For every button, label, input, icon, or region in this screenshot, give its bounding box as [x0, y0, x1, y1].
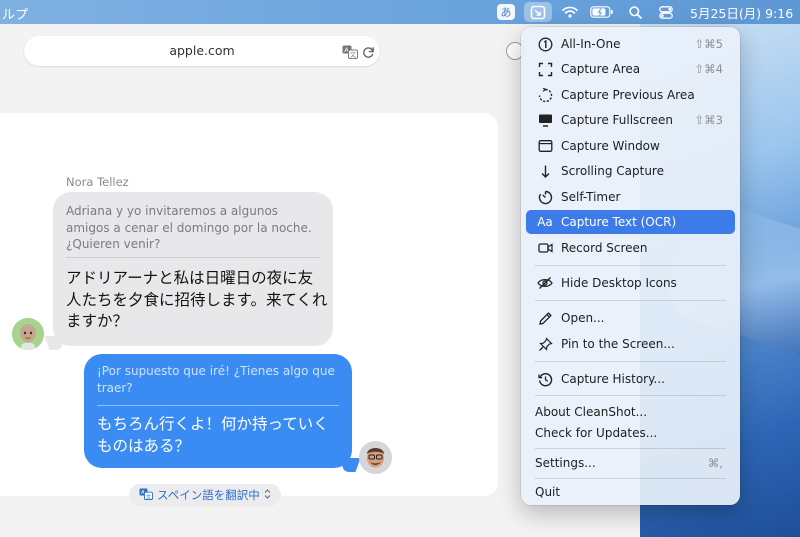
menu-item-all-in-one[interactable]: All-In-One ⇧⌘5 [526, 32, 735, 56]
outgoing-message-bubble[interactable]: ¡Por supuesto que iré! ¿Tienes algo que … [84, 354, 352, 468]
menu-item-label: Open... [561, 311, 605, 325]
incoming-message-bubble[interactable]: Adriana y yo invitaremos a algunos amigo… [53, 192, 333, 346]
cleanshot-menu-icon[interactable] [524, 2, 552, 22]
menu-item-label: Self-Timer [561, 190, 621, 204]
menu-item-capture-text-ocr[interactable]: Aa Capture Text (OCR) [526, 210, 735, 234]
menu-item-capture-fullscreen[interactable]: Capture Fullscreen ⇧⌘3 [526, 108, 735, 132]
battery-icon[interactable] [588, 2, 616, 22]
menu-separator [535, 395, 726, 396]
menu-separator [535, 265, 726, 266]
pencil-icon [537, 310, 553, 326]
svg-text:文: 文 [350, 51, 356, 59]
previous-area-icon [537, 87, 553, 103]
menu-separator [535, 448, 726, 449]
menu-item-label: Capture Fullscreen [561, 113, 673, 127]
menu-separator [535, 300, 726, 301]
incoming-translated-text: アドリアーナと私は日曜日の夜に友人たちを夕食に招待します。来てくれますか？ [66, 269, 328, 330]
menu-item-scrolling-capture[interactable]: Scrolling Capture [526, 159, 735, 183]
menu-item-shortcut: ⇧⌘4 [694, 62, 723, 76]
svg-text:文: 文 [146, 493, 151, 500]
outgoing-translated-text: もちろん行くよ！何か持っていくものはある？ [97, 415, 329, 455]
menu-item-label: All-In-One [561, 37, 621, 51]
wifi-icon[interactable] [560, 2, 580, 22]
translation-status-pill[interactable]: A文 スペイン語を翻訳中 [129, 484, 281, 506]
window-icon [537, 138, 553, 154]
menu-item-capture-history[interactable]: Capture History... [526, 367, 735, 391]
menu-item-label: Settings... [535, 456, 596, 470]
menu-item-check-for-updates[interactable]: Check for Updates... [526, 421, 735, 445]
avatar [12, 318, 44, 350]
menu-item-pin-to-screen[interactable]: Pin to the Screen... [526, 332, 735, 356]
circle-1-icon [537, 36, 553, 52]
menu-item-label: Capture Window [561, 139, 660, 153]
area-icon [537, 61, 553, 77]
menu-item-label: Quit [535, 485, 561, 499]
menu-item-capture-window[interactable]: Capture Window [526, 134, 735, 158]
reload-icon[interactable] [362, 44, 376, 58]
video-camera-icon [537, 240, 553, 256]
menu-item-record-screen[interactable]: Record Screen [526, 236, 735, 260]
timer-icon [537, 189, 553, 205]
menu-item-self-timer[interactable]: Self-Timer [526, 185, 735, 209]
menu-item-label: Record Screen [561, 241, 648, 255]
menu-item-label: Capture Area [561, 62, 641, 76]
cleanshot-dropdown-menu: All-In-One ⇧⌘5 Capture Area ⇧⌘4 Capture … [521, 27, 740, 505]
monitor-icon [537, 112, 553, 128]
translation-status-label: スペイン語を翻訳中 [157, 488, 260, 502]
menu-item-label: Pin to the Screen... [561, 337, 675, 351]
menu-item-capture-previous-area[interactable]: Capture Previous Area [526, 83, 735, 107]
menu-item-hide-desktop-icons[interactable]: Hide Desktop Icons [526, 271, 735, 295]
eye-slash-icon [537, 275, 553, 291]
menu-item-label: Hide Desktop Icons [561, 276, 677, 290]
pin-icon [537, 336, 553, 352]
chevron-up-down-icon [264, 488, 271, 502]
input-method-label: あ [497, 4, 515, 20]
menu-item-shortcut: ⇧⌘5 [694, 37, 723, 51]
outgoing-original-text: ¡Por supuesto que iré! ¿Tienes algo que … [97, 364, 335, 395]
menu-item-settings[interactable]: Settings... ⌘, [526, 451, 735, 475]
menu-item-label: Capture Text (OCR) [561, 215, 677, 229]
avatar [359, 441, 392, 474]
menu-item-label: About CleanShot... [535, 405, 648, 419]
spotlight-search-icon[interactable] [626, 2, 644, 22]
menu-item-label: Capture History... [561, 372, 665, 386]
menu-item-capture-area[interactable]: Capture Area ⇧⌘4 [526, 57, 735, 81]
input-method-menu[interactable]: あ [496, 2, 516, 22]
menu-item-shortcut: ⇧⌘3 [694, 113, 723, 127]
address-bar[interactable]: apple.com A文 [24, 36, 380, 66]
translate-icon[interactable]: A文 [342, 44, 358, 59]
sender-name: Nora Tellez [66, 175, 129, 189]
menu-bar: ルプ あ 5月25日(月) 9:16 [0, 0, 800, 24]
menu-item-open[interactable]: Open... [526, 306, 735, 330]
translate-icon: A文 [139, 488, 153, 503]
outgoing-divider [97, 405, 339, 406]
address-url: apple.com [169, 43, 235, 58]
text-aa-icon: Aa [537, 215, 553, 229]
history-icon [537, 371, 553, 387]
arrow-down-icon [537, 163, 553, 179]
menu-separator [535, 361, 726, 362]
control-center-icon[interactable] [656, 2, 676, 22]
menu-separator [535, 478, 726, 479]
incoming-divider [66, 257, 320, 258]
menu-item-label: Check for Updates... [535, 426, 658, 440]
menu-item-label: Scrolling Capture [561, 164, 664, 178]
menu-item-label: Capture Previous Area [561, 88, 695, 102]
menu-item-shortcut: ⌘, [707, 456, 723, 470]
menu-bar-clock[interactable]: 5月25日(月) 9:16 [690, 2, 796, 22]
menu-item-quit[interactable]: Quit [526, 480, 735, 504]
app-menu-help[interactable]: ルプ [2, 4, 28, 23]
incoming-original-text: Adriana y yo invitaremos a algunos amigo… [66, 204, 312, 251]
